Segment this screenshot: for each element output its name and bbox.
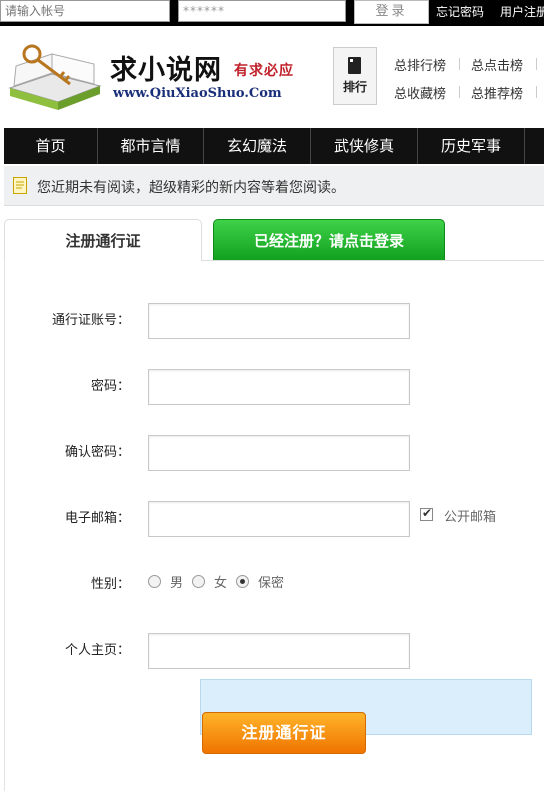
nav-item-urban[interactable]: 都市言情 xyxy=(98,128,204,164)
account-input[interactable] xyxy=(148,303,410,339)
nav-item-fantasy[interactable]: 玄幻魔法 xyxy=(204,128,311,164)
main-nav: 首页 都市言情 玄幻魔法 武侠修真 历史军事 xyxy=(4,128,544,164)
divider xyxy=(4,260,5,791)
site-name: 求小说网 xyxy=(110,55,222,86)
gender-option-male: 男 xyxy=(170,576,184,591)
tab-login[interactable]: 已经注册？请点击登录 xyxy=(213,219,445,261)
forgot-password-link[interactable]: 忘记密码 xyxy=(436,3,484,20)
site-url: www.QiuXiaoShuo.Com xyxy=(113,86,282,101)
gender-radio-male[interactable] xyxy=(148,575,161,588)
divider xyxy=(536,86,537,98)
divider xyxy=(536,58,537,70)
email-input[interactable] xyxy=(148,501,410,537)
top-login-button[interactable]: 登录 xyxy=(354,0,429,24)
gender-label: 性别： xyxy=(90,577,130,592)
rank-button[interactable]: 排行 xyxy=(333,47,377,105)
public-email-label: 公开邮箱 xyxy=(444,510,497,525)
gender-option-secret: 保密 xyxy=(258,576,285,591)
divider xyxy=(459,58,460,70)
rank-link-recommend[interactable]: 总推荐榜 xyxy=(471,83,523,102)
rank-label: 排行 xyxy=(342,80,367,94)
gender-radio-female[interactable] xyxy=(192,575,205,588)
rank-link-favorites[interactable]: 总收藏榜 xyxy=(394,83,446,102)
account-label: 通行证账号： xyxy=(51,313,130,328)
top-login-bar: 登录 忘记密码 用户注册 xyxy=(0,0,544,26)
tab-register[interactable]: 注册通行证 xyxy=(4,219,202,261)
reading-notice: 您近期未有阅读，超级精彩的新内容等着您阅读。 xyxy=(4,166,544,206)
confirm-password-label: 确认密码： xyxy=(64,445,130,460)
note-icon xyxy=(13,177,27,194)
nav-item-wuxia[interactable]: 武侠修真 xyxy=(311,128,418,164)
email-label: 电子邮箱： xyxy=(64,511,130,526)
password-input[interactable] xyxy=(148,369,410,405)
public-email-checkbox[interactable]: ✔ xyxy=(420,506,433,521)
rank-link-clicks[interactable]: 总点击榜 xyxy=(471,55,523,74)
homepage-input[interactable] xyxy=(148,633,410,669)
rank-book-icon xyxy=(348,57,361,74)
submit-register-button[interactable]: 注册通行证 xyxy=(202,712,366,754)
nav-item-history[interactable]: 历史军事 xyxy=(418,128,525,164)
check-icon: ✔ xyxy=(422,506,433,520)
gender-radio-secret[interactable] xyxy=(236,575,249,588)
site-slogan: 有求必应 xyxy=(234,63,294,79)
notice-text: 您近期未有阅读，超级精彩的新内容等着您阅读。 xyxy=(37,180,345,196)
divider xyxy=(459,86,460,98)
nav-item-home[interactable]: 首页 xyxy=(4,128,98,164)
register-link[interactable]: 用户注册 xyxy=(500,3,544,20)
rank-link-total[interactable]: 总排行榜 xyxy=(394,55,446,74)
book-key-logo-icon xyxy=(8,44,102,110)
top-username-input[interactable] xyxy=(0,0,170,22)
confirm-password-input[interactable] xyxy=(148,435,410,471)
gender-option-female: 女 xyxy=(214,576,228,591)
password-label: 密码： xyxy=(90,379,130,394)
top-password-input[interactable] xyxy=(178,0,346,22)
divider xyxy=(202,260,544,261)
homepage-label: 个人主页： xyxy=(64,643,130,658)
